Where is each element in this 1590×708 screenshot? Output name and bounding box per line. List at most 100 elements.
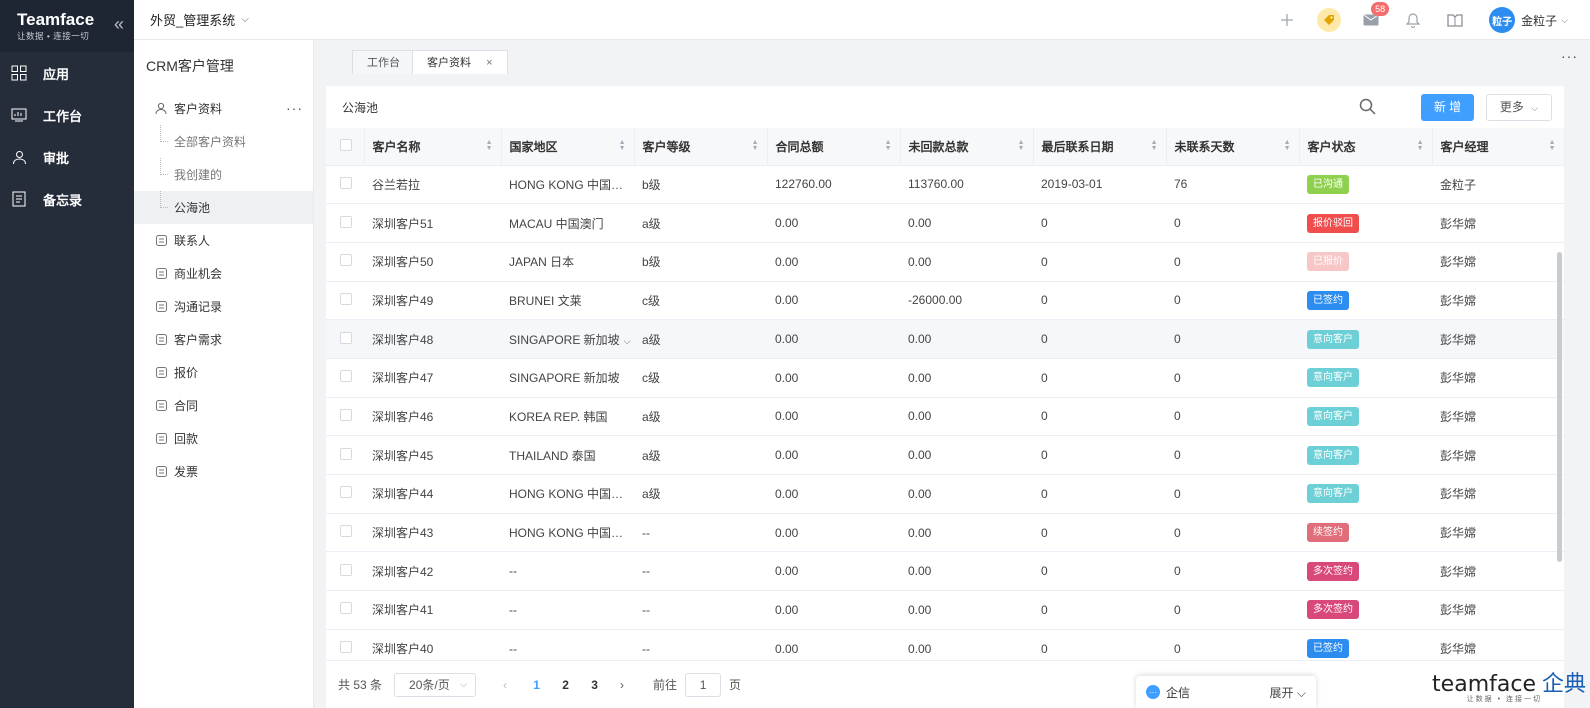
- rail-item-approval-user[interactable]: 审批: [0, 136, 134, 178]
- sidebar-item-contract[interactable]: 合同: [134, 389, 313, 422]
- sidebar-subitem-all-customers[interactable]: 全部客户资料: [134, 125, 313, 158]
- cell-value: 深圳客户47: [372, 371, 434, 386]
- cell-level: a级: [634, 474, 767, 514]
- column-header[interactable]: 国家地区 ▲ ▼: [501, 128, 635, 166]
- sort-icon[interactable]: ▲ ▼: [486, 139, 493, 152]
- table-row[interactable]: 深圳客户50 JAPAN 日本 b级 0.00 0.00 0 0 已报价 彭华嫦: [326, 242, 1564, 282]
- mail-icon[interactable]: 58: [1359, 2, 1390, 32]
- chat-expand[interactable]: 展开 ⌵: [1270, 684, 1306, 701]
- sidebar-item-cart[interactable]: 报价: [134, 356, 313, 389]
- sort-icon[interactable]: ▲ ▼: [885, 139, 892, 152]
- row-checkbox[interactable]: [340, 254, 352, 267]
- chat-widget[interactable]: ··· 企信 展开 ⌵: [1136, 676, 1316, 708]
- more-options-icon[interactable]: ···: [286, 100, 303, 116]
- table-row[interactable]: 深圳客户48 SINGAPORE 新加坡 ⌵ a级 0.00 0.00 0 0 意向客户 彭华嫦: [326, 319, 1564, 359]
- cell-value: KOREA REP. 韩国: [509, 409, 608, 424]
- chevron-down-icon[interactable]: ⌵: [1561, 15, 1568, 26]
- table-row[interactable]: 深圳客户41 -- -- 0.00 0.00 0 0 多次签约 彭华嫦: [326, 590, 1564, 630]
- sort-icon[interactable]: ▲ ▼: [1549, 139, 1556, 152]
- sort-icon[interactable]: ▲ ▼: [1018, 139, 1025, 152]
- sidebar-item-communication[interactable]: 沟通记录: [134, 290, 313, 323]
- approval-user-icon: [10, 148, 28, 166]
- more-button[interactable]: 更多 ⌵: [1486, 94, 1552, 121]
- cell-manager: 彭华嫦: [1432, 590, 1564, 630]
- collapse-sidebar-icon[interactable]: «: [114, 14, 124, 35]
- row-checkbox[interactable]: [340, 292, 352, 305]
- sidebar-item-demand[interactable]: 客户需求: [134, 323, 313, 356]
- sidebar-subitem-created-by-me[interactable]: 我创建的: [134, 158, 313, 191]
- page-size-select[interactable]: 20条/页 ⌵: [394, 672, 477, 697]
- row-checkbox[interactable]: [340, 331, 352, 344]
- sidebar-item-opportunity[interactable]: 商业机会: [134, 257, 313, 290]
- sidebar-item-payment[interactable]: 回款: [134, 422, 313, 455]
- table-row[interactable]: 深圳客户46 KOREA REP. 韩国 a级 0.00 0.00 0 0 意向客户 彭华嫦: [326, 397, 1564, 437]
- column-header[interactable]: 合同总额 ▲ ▼: [767, 128, 901, 166]
- cell-value: SINGAPORE 新加坡: [509, 332, 620, 347]
- page-3[interactable]: 3: [580, 678, 609, 692]
- column-header[interactable]: 客户状态 ▲ ▼: [1299, 128, 1433, 166]
- page-2[interactable]: 2: [551, 678, 580, 692]
- sidebar-item-invoice[interactable]: 发票: [134, 455, 313, 488]
- search-icon[interactable]: [1359, 98, 1376, 118]
- cell-unpaid: -26000.00: [900, 281, 1033, 321]
- select-all-checkbox[interactable]: [340, 138, 352, 151]
- more-options-icon[interactable]: ···: [1561, 48, 1578, 64]
- column-header[interactable]: 客户名称 ▲ ▼: [364, 128, 502, 166]
- vertical-scrollbar[interactable]: [1557, 252, 1562, 562]
- table-row[interactable]: 深圳客户47 SINGAPORE 新加坡 c级 0.00 0.00 0 0 意向客户 彭华嫦: [326, 358, 1564, 398]
- row-checkbox[interactable]: [340, 486, 352, 499]
- column-header[interactable]: 未联系天数 ▲ ▼: [1166, 128, 1300, 166]
- sort-icon[interactable]: ▲ ▼: [1417, 139, 1424, 152]
- system-switcher[interactable]: 外贸_管理系统 ⌵: [150, 10, 249, 29]
- row-checkbox[interactable]: [340, 525, 352, 538]
- tag-icon[interactable]: [1317, 8, 1342, 32]
- row-checkbox[interactable]: [340, 602, 352, 615]
- table-row[interactable]: 深圳客户42 -- -- 0.00 0.00 0 0 多次签约 彭华嫦: [326, 551, 1564, 592]
- add-button[interactable]: 新 增: [1421, 94, 1474, 121]
- sort-icon[interactable]: ▲ ▼: [752, 139, 759, 152]
- close-icon[interactable]: ×: [486, 57, 492, 69]
- tab-customer-data[interactable]: 客户资料 ×: [412, 50, 508, 74]
- row-checkbox[interactable]: [340, 563, 352, 576]
- username[interactable]: 金粒子: [1521, 12, 1557, 29]
- sort-icon[interactable]: ▲ ▼: [1151, 139, 1158, 152]
- prev-page-icon[interactable]: ‹: [496, 678, 514, 692]
- table-row[interactable]: 深圳客户43 HONG KONG 中国香港 -- 0.00 0.00 0 0 续签约 彭华嫦: [326, 513, 1564, 553]
- next-page-icon[interactable]: ›: [613, 678, 631, 692]
- table-row[interactable]: 深圳客户44 HONG KONG 中国香港 a级 0.00 0.00 0 0 意向客户 彭华嫦: [326, 474, 1564, 514]
- row-checkbox[interactable]: [340, 447, 352, 460]
- rail-item-label: 工作台: [43, 108, 83, 124]
- row-checkbox[interactable]: [340, 408, 352, 421]
- rail-item-dashboard[interactable]: 工作台: [0, 94, 134, 136]
- row-checkbox[interactable]: [340, 641, 352, 654]
- row-checkbox[interactable]: [340, 370, 352, 383]
- cell-value: 0: [1174, 409, 1181, 424]
- table-row[interactable]: 深圳客户45 THAILAND 泰国 a级 0.00 0.00 0 0 意向客户 彭华嫦: [326, 435, 1564, 475]
- cell-value: 彭华嫦: [1440, 255, 1477, 270]
- column-header[interactable]: 客户等级 ▲ ▼: [634, 128, 768, 166]
- avatar[interactable]: 粒子: [1489, 7, 1516, 33]
- sort-icon[interactable]: ▲ ▼: [1284, 139, 1291, 152]
- rail-item-memo[interactable]: 备忘录: [0, 178, 134, 220]
- column-header[interactable]: 客户经理 ▲ ▼: [1432, 128, 1565, 166]
- row-checkbox[interactable]: [340, 176, 352, 189]
- tab-workbench[interactable]: 工作台: [352, 50, 415, 74]
- sidebar-item-customer[interactable]: 客户资料 ···: [134, 92, 313, 125]
- sidebar-subitem-public-pool[interactable]: 公海池: [134, 191, 313, 224]
- add-icon[interactable]: [1275, 8, 1299, 32]
- sort-icon[interactable]: ▲ ▼: [619, 139, 626, 152]
- goto-page-input[interactable]: 1: [685, 672, 722, 697]
- row-checkbox[interactable]: [340, 215, 352, 228]
- rail-item-apps[interactable]: 应用: [0, 52, 134, 94]
- table-row[interactable]: 深圳客户49 BRUNEI 文莱 c级 0.00 -26000.00 0 0 已签约 彭华嫦: [326, 281, 1564, 321]
- column-header[interactable]: 未回款总款 ▲ ▼: [900, 128, 1034, 166]
- chevron-down-icon[interactable]: ⌵: [624, 336, 631, 346]
- sidebar-item-contact[interactable]: 联系人: [134, 224, 313, 257]
- bell-icon[interactable]: [1401, 8, 1425, 32]
- cell-contract: 0.00: [767, 203, 900, 243]
- book-icon[interactable]: [1443, 8, 1467, 32]
- table-row[interactable]: 谷兰若拉 HONG KONG 中国香港 b级 122760.00 113760.00 20…: [326, 165, 1564, 205]
- table-row[interactable]: 深圳客户51 MACAU 中国澳门 a级 0.00 0.00 0 0 报价驳回 彭华嫦: [326, 203, 1564, 243]
- page-1[interactable]: 1: [522, 678, 551, 692]
- column-header[interactable]: 最后联系日期 ▲ ▼: [1033, 128, 1167, 166]
